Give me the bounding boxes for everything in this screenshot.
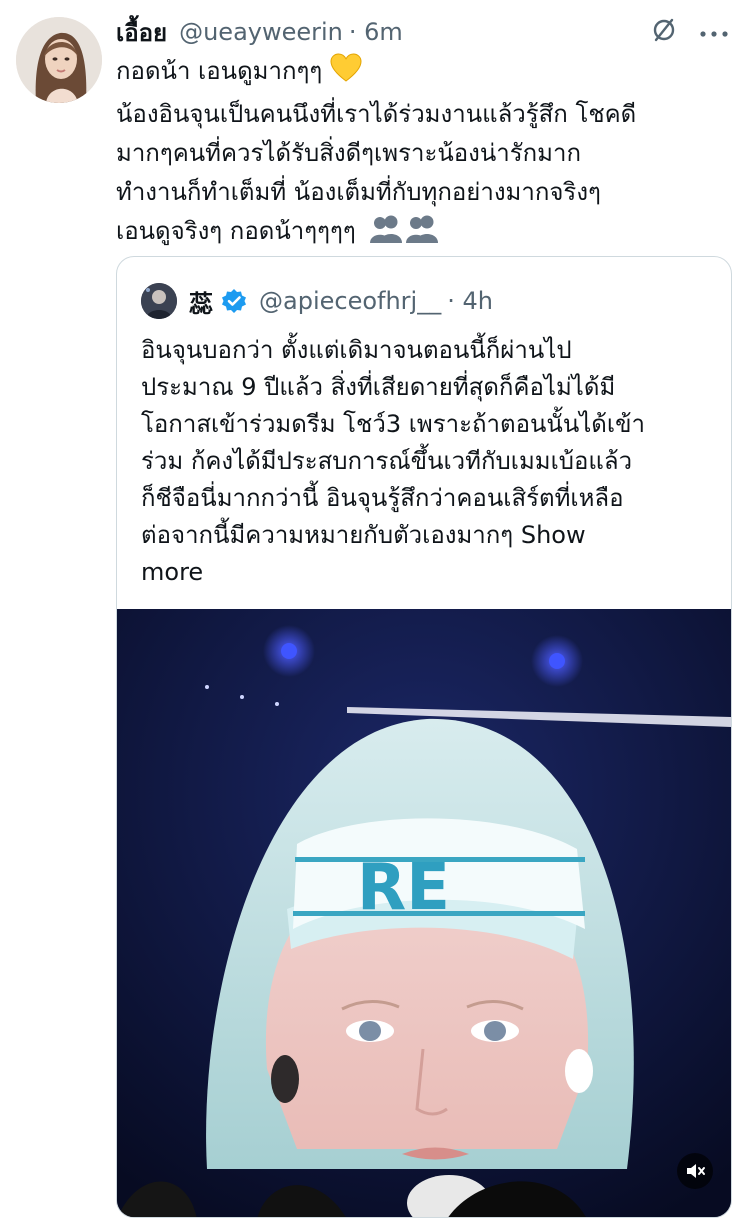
author-name[interactable]: เอื้อย (116, 13, 167, 52)
quote-author-avatar[interactable] (141, 283, 177, 319)
author-avatar-image (16, 17, 102, 103)
quote-media-video[interactable]: RE (117, 609, 731, 1217)
headband-text: RE (357, 851, 450, 925)
verified-badge-icon (221, 288, 247, 314)
quote-author-name[interactable]: 蕊 (189, 284, 213, 319)
busts-emoji (369, 214, 439, 256)
author-handle[interactable]: @ueayweerin (179, 18, 343, 46)
tweet-header: เอื้อย @ueayweerin · 6m (116, 14, 729, 50)
tweet-text-line1: กอดน้า เอนดูมากๆๆ (116, 57, 330, 85)
quote-text-body: อินจุนบอกว่า ตั้งแต่เดิมาจนตอนนี้ก็ผ่านไ… (141, 336, 645, 549)
author-avatar[interactable] (16, 17, 102, 103)
yellow-heart-emoji (330, 53, 362, 95)
tweet-time[interactable]: · 6m (349, 18, 403, 46)
quote-tweet-card[interactable]: 蕊 @apieceofhrj__ · 4h อินจุนบอกว่า ตั้งแ… (116, 256, 732, 1218)
quote-author-handle[interactable]: @apieceofhrj__ (259, 287, 441, 315)
more-icon[interactable] (699, 23, 729, 42)
concert-photo: RE (117, 609, 731, 1217)
quote-header: 蕊 @apieceofhrj__ · 4h (141, 281, 721, 321)
muted-volume-icon[interactable] (677, 1153, 713, 1189)
no-reply-icon[interactable] (651, 17, 677, 47)
quote-text: อินจุนบอกว่า ตั้งแต่เดิมาจนตอนนี้ก็ผ่านไ… (141, 332, 721, 591)
quote-time[interactable]: · 4h (447, 287, 493, 315)
tweet-text: กอดน้า เอนดูมากๆๆ น้องอินจุนเป็นคนนึงที่… (116, 52, 726, 256)
